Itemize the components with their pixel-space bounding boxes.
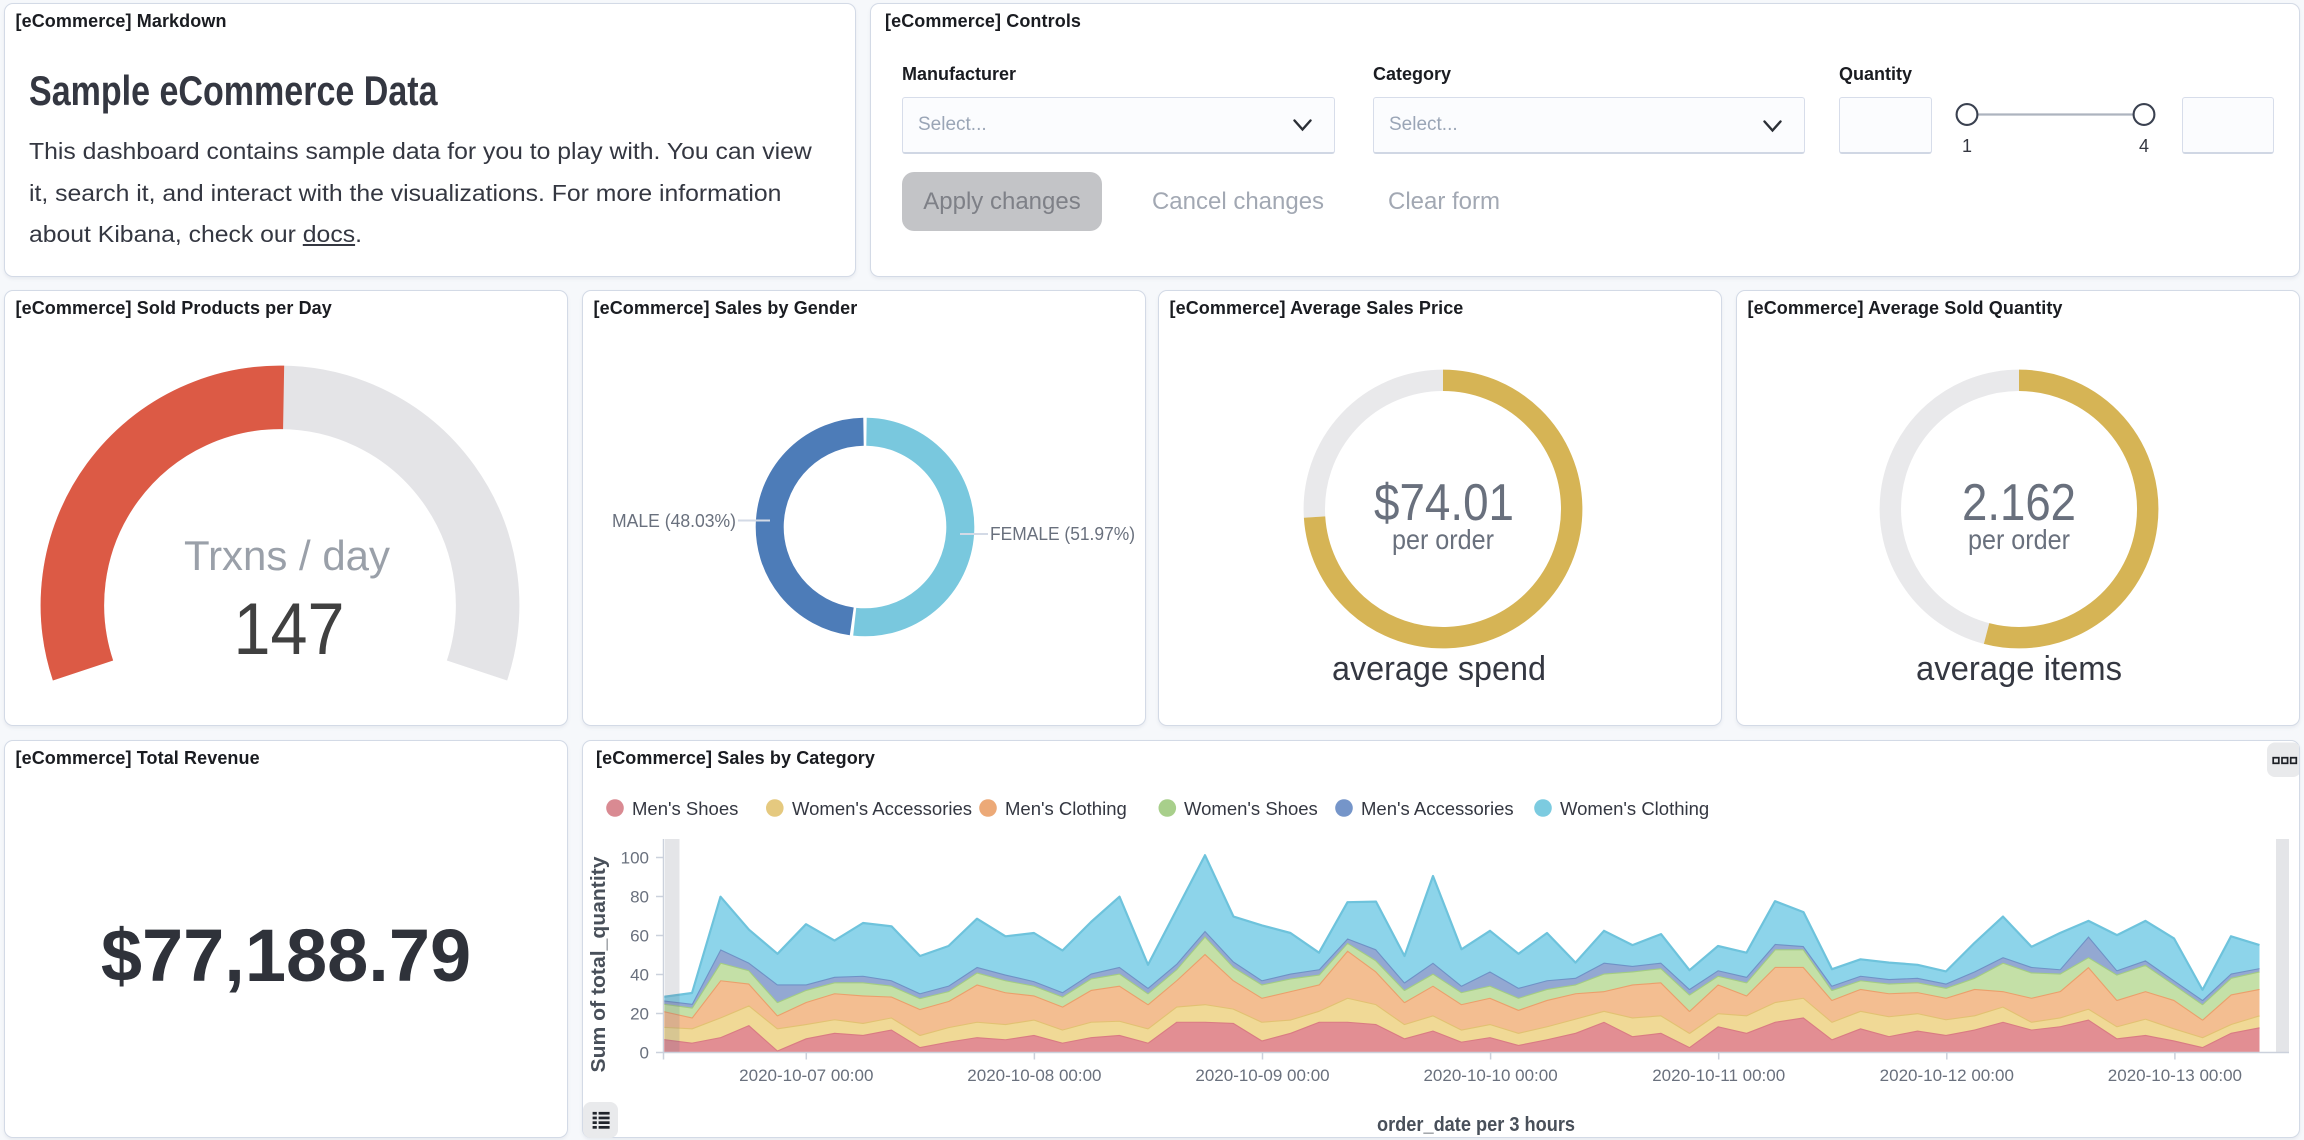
svg-text:Men's Shoes: Men's Shoes — [632, 798, 738, 819]
svg-text:per order: per order — [1392, 524, 1494, 555]
svg-text:Men's Clothing: Men's Clothing — [1005, 798, 1127, 819]
svg-text:2020-10-11 00:00: 2020-10-11 00:00 — [1652, 1066, 1785, 1085]
svg-text:1: 1 — [1962, 136, 1972, 156]
svg-text:FEMALE (51.97%): FEMALE (51.97%) — [990, 524, 1135, 544]
svg-text:per order: per order — [1968, 524, 2070, 555]
svg-text:2020-10-10 00:00: 2020-10-10 00:00 — [1423, 1066, 1557, 1085]
svg-text:60: 60 — [630, 927, 649, 946]
svg-text:100: 100 — [621, 849, 649, 868]
svg-text:Women's Clothing: Women's Clothing — [1560, 798, 1709, 819]
svg-text:2020-10-08 00:00: 2020-10-08 00:00 — [967, 1066, 1101, 1085]
svg-text:0: 0 — [640, 1044, 649, 1063]
svg-text:MALE (48.03%): MALE (48.03%) — [612, 511, 736, 531]
svg-text:2020-10-07 00:00: 2020-10-07 00:00 — [739, 1066, 873, 1085]
svg-text:80: 80 — [630, 888, 649, 907]
svg-text:2020-10-12 00:00: 2020-10-12 00:00 — [1880, 1066, 2014, 1085]
svg-text:Women's Accessories: Women's Accessories — [792, 798, 972, 819]
svg-text:20: 20 — [630, 1005, 649, 1024]
svg-text:147: 147 — [234, 589, 345, 670]
svg-text:Women's Shoes: Women's Shoes — [1184, 798, 1318, 819]
svg-text:order_date per 3 hours: order_date per 3 hours — [1377, 1114, 1575, 1136]
svg-text:40: 40 — [630, 966, 649, 985]
svg-text:2020-10-13 00:00: 2020-10-13 00:00 — [2108, 1066, 2242, 1085]
svg-text:4: 4 — [2139, 136, 2149, 156]
svg-text:average spend: average spend — [1332, 650, 1546, 688]
svg-text:average items: average items — [1916, 650, 2122, 688]
svg-text:2020-10-09 00:00: 2020-10-09 00:00 — [1195, 1066, 1329, 1085]
svg-text:Men's Accessories: Men's Accessories — [1361, 798, 1514, 819]
svg-text:Sum of total_quantity: Sum of total_quantity — [588, 856, 610, 1073]
svg-text:Trxns / day: Trxns / day — [184, 532, 390, 579]
